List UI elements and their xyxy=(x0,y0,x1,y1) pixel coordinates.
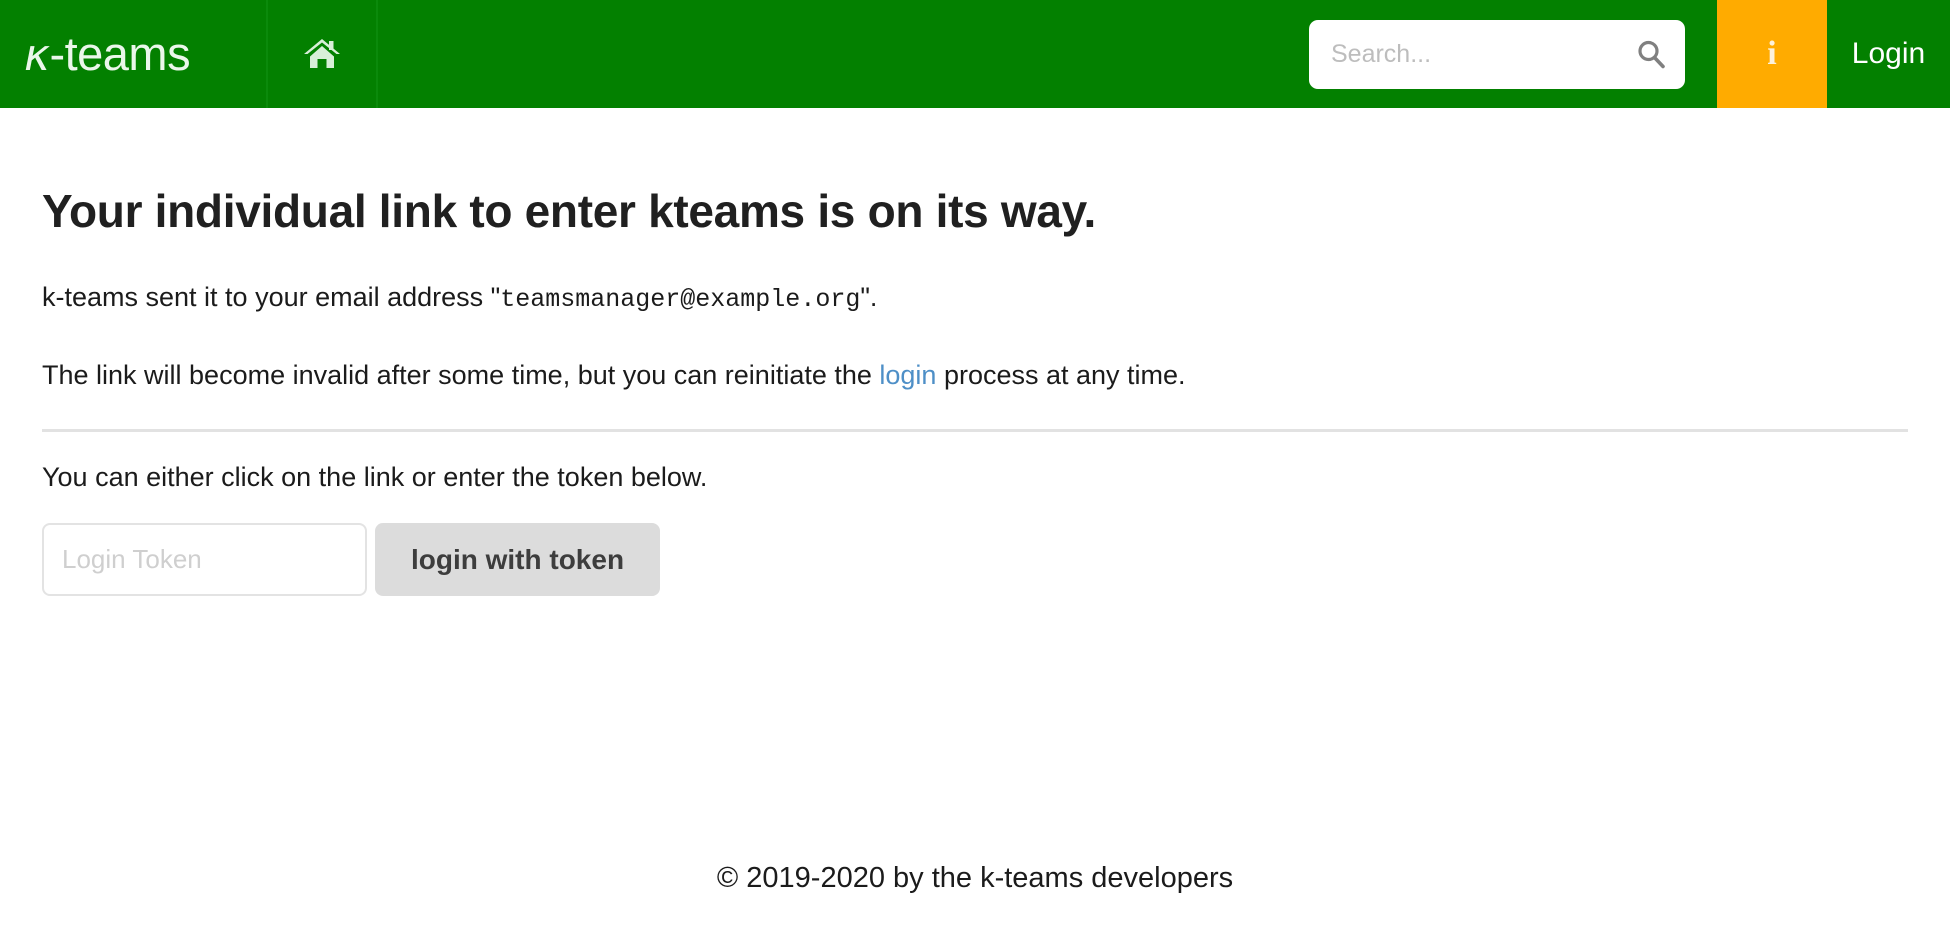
brand-logo-text: κ-teams xyxy=(24,27,191,81)
navbar-gap xyxy=(1685,0,1717,108)
email-sent-message: k-teams sent it to your email address "t… xyxy=(42,239,1908,317)
brand-kappa-letter: κ xyxy=(24,30,50,81)
email-address-value: teamsmanager@example.org xyxy=(500,285,861,315)
link-validity-message: The link will become invalid after some … xyxy=(42,317,1908,393)
brand-name-rest: -teams xyxy=(49,27,191,80)
home-icon xyxy=(302,36,342,72)
link-validity-prefix: The link will become invalid after some … xyxy=(42,359,880,390)
info-button[interactable]: i xyxy=(1717,0,1827,108)
login-with-token-button[interactable]: login with token xyxy=(375,523,660,597)
login-token-input[interactable] xyxy=(42,523,367,597)
top-navbar: κ-teams i Login xyxy=(0,0,1950,108)
link-validity-suffix: process at any time. xyxy=(936,359,1186,390)
page-title: Your individual link to enter kteams is … xyxy=(42,185,1097,237)
login-nav-button[interactable]: Login xyxy=(1827,0,1950,108)
login-inline-link[interactable]: login xyxy=(879,360,936,390)
token-form-row: login with token xyxy=(42,493,1908,597)
token-hint-text: You can either click on the link or ente… xyxy=(42,462,708,493)
search-container xyxy=(1309,0,1685,108)
main-content: Your individual link to enter kteams is … xyxy=(0,108,1950,597)
footer-copyright: © 2019-2020 by the k-teams developers xyxy=(716,862,1234,894)
info-icon: i xyxy=(1767,35,1777,72)
nav-home-button[interactable] xyxy=(268,0,378,108)
search-input[interactable] xyxy=(1309,19,1685,89)
email-sent-suffix: ". xyxy=(860,282,878,313)
brand-logo[interactable]: κ-teams xyxy=(0,0,268,108)
email-sent-prefix: k-teams sent it to your email address " xyxy=(42,282,501,313)
navbar-spacer xyxy=(378,0,1309,108)
search-box[interactable] xyxy=(1309,19,1685,89)
